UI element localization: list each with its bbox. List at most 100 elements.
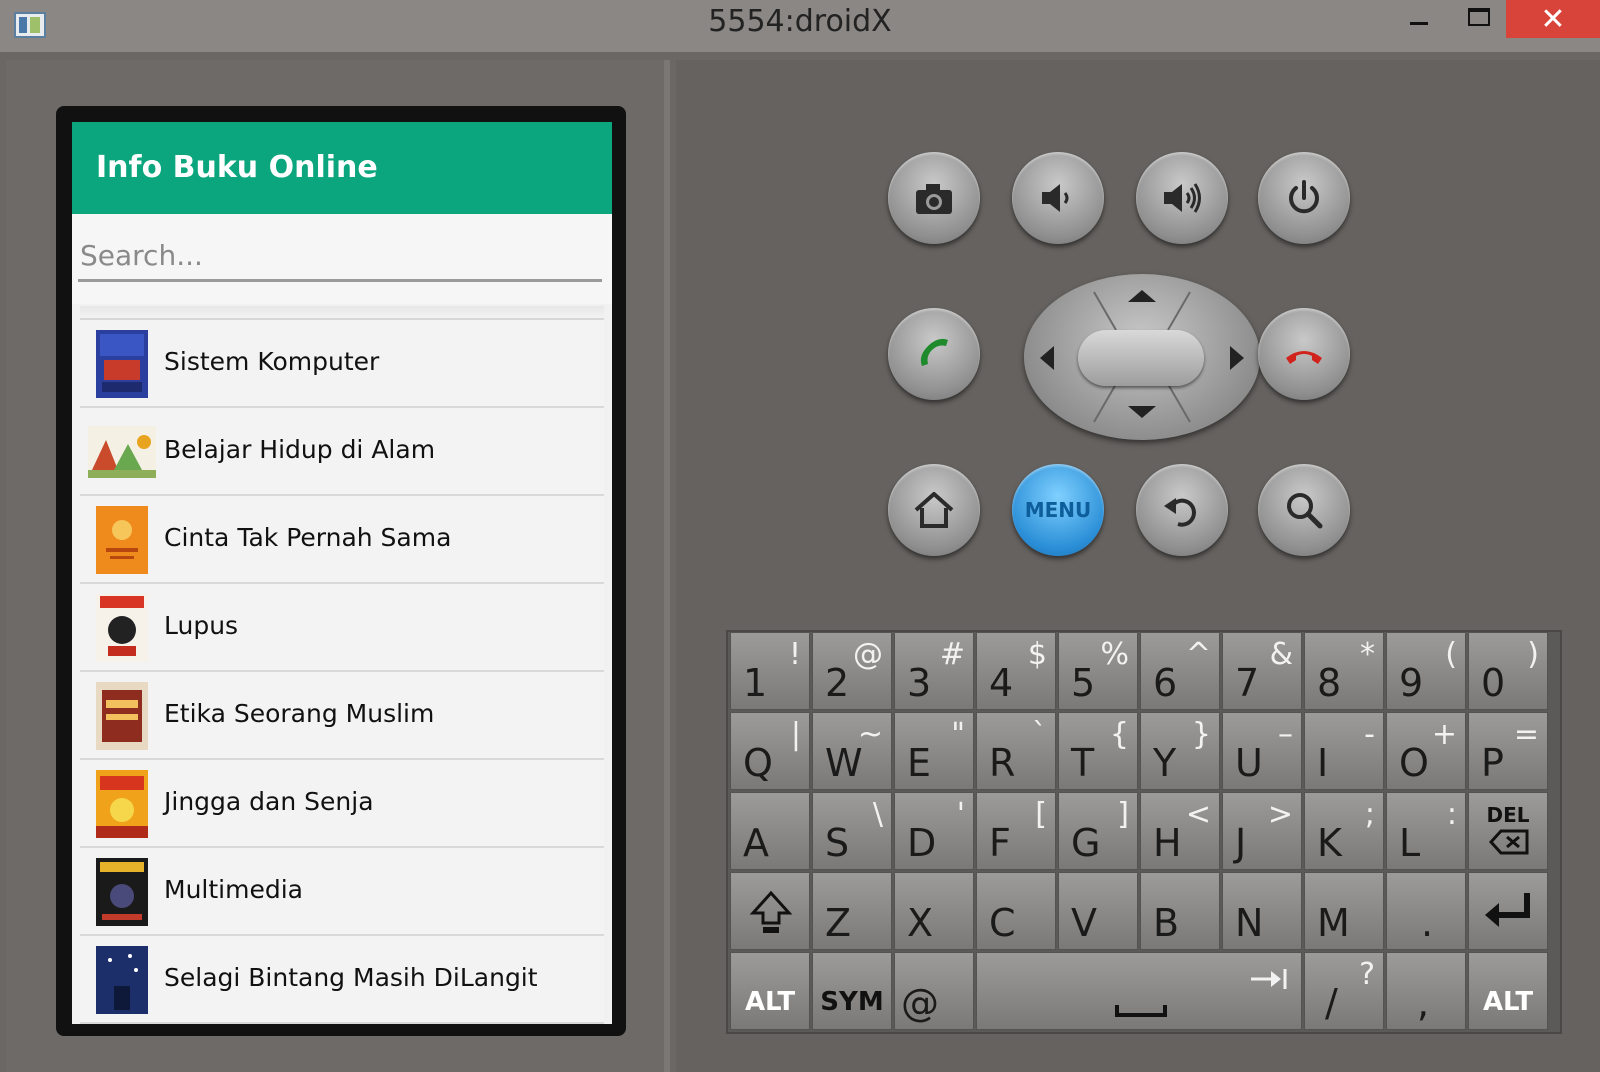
key-n[interactable]: N <box>1222 872 1302 950</box>
key-space[interactable] <box>976 952 1302 1030</box>
book-title: Cinta Tak Pernah Sama <box>164 523 452 552</box>
maximize-button[interactable] <box>1450 0 1510 38</box>
key-alt-left[interactable]: ALT <box>730 952 810 1030</box>
key-0[interactable]: 0) <box>1468 632 1548 710</box>
key-9[interactable]: 9( <box>1386 632 1466 710</box>
list-item-belajar-hidup-di-alam[interactable]: Belajar Hidup di Alam <box>80 408 604 496</box>
list-divider <box>80 306 604 320</box>
key-w[interactable]: W ~ <box>812 712 892 790</box>
call-button[interactable] <box>888 308 980 400</box>
volume-up-icon <box>1164 183 1201 213</box>
search-icon <box>1287 493 1323 529</box>
book-cover-thumbnail <box>96 330 148 398</box>
key-slash[interactable]: /? <box>1304 952 1384 1030</box>
key-2[interactable]: 2 @ <box>812 632 892 710</box>
key-f[interactable]: F[ <box>976 792 1056 870</box>
key-m[interactable]: M <box>1304 872 1384 950</box>
end-call-button[interactable] <box>1258 308 1350 400</box>
key-p[interactable]: P = <box>1468 712 1548 790</box>
search-input[interactable] <box>78 232 602 282</box>
key-u[interactable]: U – <box>1222 712 1302 790</box>
search-button[interactable] <box>1258 464 1350 556</box>
key-i[interactable]: I- <box>1304 712 1384 790</box>
key-g[interactable]: G] <box>1058 792 1138 870</box>
home-icon <box>914 492 954 528</box>
power-icon <box>1289 180 1319 214</box>
key-8[interactable]: 8 * <box>1304 632 1384 710</box>
menu-label: MENU <box>1024 498 1092 522</box>
key-at[interactable]: @ <box>894 952 974 1030</box>
close-icon: ✕ <box>1540 2 1566 37</box>
key-v[interactable]: V <box>1058 872 1138 950</box>
list-item-cinta-tak-pernah-sama[interactable]: Cinta Tak Pernah Sama <box>80 496 604 584</box>
close-button[interactable]: ✕ <box>1506 0 1600 38</box>
device-screen: Info Buku Online Sistem Komputer Belajar… <box>72 122 612 1024</box>
key-sym[interactable]: SYM <box>812 952 892 1030</box>
window-titlebar: 5554:droidX ✕ <box>0 0 1600 52</box>
key-comma[interactable]: , <box>1386 952 1466 1030</box>
minimize-button[interactable] <box>1390 0 1450 38</box>
key-h[interactable]: H < <box>1140 792 1220 870</box>
back-button[interactable] <box>1136 464 1228 556</box>
key-e[interactable]: E " <box>894 712 974 790</box>
book-cover-thumbnail <box>96 594 148 662</box>
key-c[interactable]: C <box>976 872 1056 950</box>
list-item-sistem-komputer[interactable]: Sistem Komputer <box>80 320 604 408</box>
key-5[interactable]: 5% <box>1058 632 1138 710</box>
shift-icon <box>749 890 793 933</box>
key-r[interactable]: R ` <box>976 712 1056 790</box>
key-1[interactable]: 1! <box>730 632 810 710</box>
key-x[interactable]: X <box>894 872 974 950</box>
book-cover-thumbnail <box>88 426 156 478</box>
back-arrow-icon <box>1164 498 1196 527</box>
tab-arrow-icon <box>1251 969 1287 989</box>
list-item-jingga-dan-senja[interactable]: Jingga dan Senja <box>80 760 604 848</box>
book-cover-thumbnail <box>96 770 148 838</box>
list-item-selagi-bintang-masih-dilangit[interactable]: Selagi Bintang Masih DiLangit <box>80 936 604 1024</box>
power-button[interactable] <box>1258 152 1350 244</box>
key-l[interactable]: L: <box>1386 792 1466 870</box>
key-z[interactable]: Z <box>812 872 892 950</box>
key-k[interactable]: K; <box>1304 792 1384 870</box>
volume-up-button[interactable] <box>1136 152 1228 244</box>
home-button[interactable] <box>888 464 980 556</box>
book-title: Lupus <box>164 611 239 640</box>
list-item-etika-seorang-muslim[interactable]: Etika Seorang Muslim <box>80 672 604 760</box>
volume-down-icon <box>1042 184 1069 212</box>
key-t[interactable]: T{ <box>1058 712 1138 790</box>
book-title: Jingga dan Senja <box>164 787 374 816</box>
list-item-multimedia[interactable]: Multimedia <box>80 848 604 936</box>
end-call-icon <box>1286 351 1322 364</box>
window-title: 5554:droidX <box>708 4 892 39</box>
key-shift[interactable] <box>730 872 810 950</box>
camera-button[interactable] <box>888 152 980 244</box>
key-alt-right[interactable]: ALT <box>1468 952 1548 1030</box>
key-period[interactable]: . <box>1386 872 1466 950</box>
key-a[interactable]: A <box>730 792 810 870</box>
dpad-center-button[interactable] <box>1078 330 1204 386</box>
book-title: Selagi Bintang Masih DiLangit <box>164 963 538 992</box>
key-q[interactable]: Q | <box>730 712 810 790</box>
key-7[interactable]: 7 & <box>1222 632 1302 710</box>
book-title: Belajar Hidup di Alam <box>164 435 436 464</box>
key-b[interactable]: B <box>1140 872 1220 950</box>
key-4[interactable]: 4 $ <box>976 632 1056 710</box>
key-s[interactable]: S \ <box>812 792 892 870</box>
list-item-lupus[interactable]: Lupus <box>80 584 604 672</box>
key-delete[interactable]: DEL <box>1468 792 1548 870</box>
key-enter[interactable] <box>1468 872 1548 950</box>
minimize-icon <box>1410 22 1428 25</box>
key-6[interactable]: 6 ^ <box>1140 632 1220 710</box>
key-3[interactable]: 3 # <box>894 632 974 710</box>
book-cover-thumbnail <box>96 858 148 926</box>
key-y[interactable]: Y} <box>1140 712 1220 790</box>
key-o[interactable]: O + <box>1386 712 1466 790</box>
volume-down-button[interactable] <box>1012 152 1104 244</box>
book-cover-thumbnail <box>96 946 148 1014</box>
space-icon <box>1115 1005 1167 1017</box>
key-j[interactable]: J > <box>1222 792 1302 870</box>
key-d[interactable]: D ' <box>894 792 974 870</box>
book-title: Multimedia <box>164 875 303 904</box>
book-cover-thumbnail <box>96 682 148 750</box>
menu-button[interactable]: MENU <box>1012 464 1104 556</box>
